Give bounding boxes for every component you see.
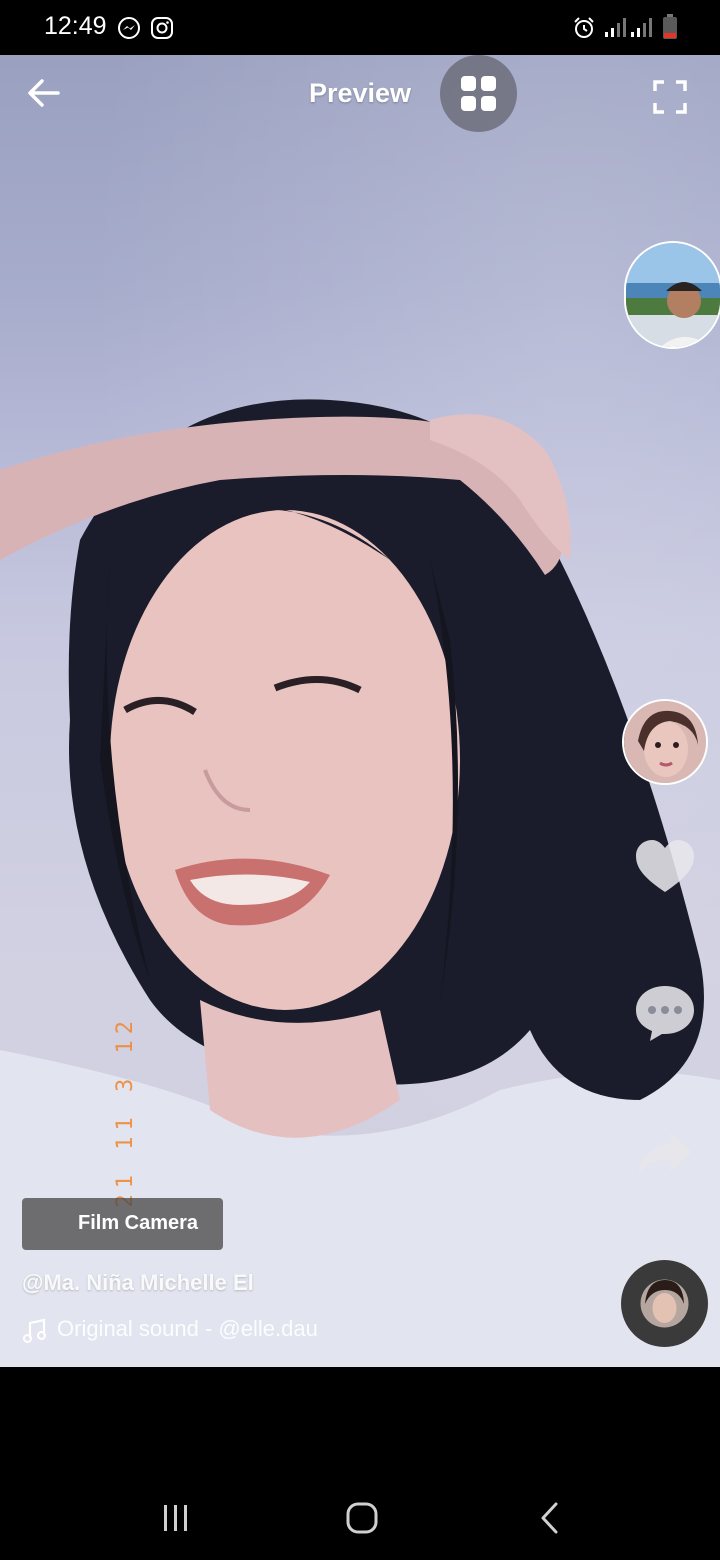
top-bar: Preview <box>0 55 720 135</box>
battery-low-icon <box>663 14 677 39</box>
grid-button[interactable] <box>440 55 517 132</box>
effect-label: Film Camera <box>78 1212 199 1234</box>
signal-icon <box>605 18 626 37</box>
signal-icon <box>631 18 652 37</box>
profile-avatar[interactable] <box>624 241 720 349</box>
share-icon[interactable] <box>636 1130 694 1178</box>
back-icon[interactable] <box>536 1501 564 1535</box>
comment-icon[interactable] <box>634 984 696 1042</box>
profile-photo <box>626 243 720 347</box>
sound-disc-photo <box>621 1260 708 1347</box>
username-link[interactable]: @Ma. Niña Michelle El <box>22 1270 254 1296</box>
messenger-icon <box>118 17 140 39</box>
video-preview[interactable]: 21 11 3 12 <box>0 55 720 1367</box>
video-frame-image <box>0 399 720 1367</box>
instagram-icon <box>151 17 173 39</box>
date-stamp: 21 11 3 12 <box>113 1015 138 1208</box>
status-time: 12:49 <box>44 12 107 40</box>
page-title: Preview <box>308 78 412 108</box>
effect-avatar[interactable] <box>622 699 708 785</box>
fullscreen-icon[interactable] <box>652 79 688 115</box>
heart-icon[interactable] <box>634 838 696 894</box>
grid-icon <box>461 76 496 111</box>
effect-photo <box>624 701 706 783</box>
home-icon[interactable] <box>345 1501 379 1535</box>
sound-disc-avatar[interactable] <box>621 1260 708 1347</box>
system-nav-bar <box>0 1367 720 1560</box>
alarm-icon <box>574 17 594 38</box>
sound-label: Original sound - @elle.dau <box>57 1316 318 1341</box>
effect-chip[interactable]: Film Camera <box>22 1198 223 1250</box>
status-bar: 12:49 <box>0 0 720 55</box>
recent-apps-icon[interactable] <box>160 1503 192 1533</box>
music-note-icon <box>23 1318 46 1343</box>
